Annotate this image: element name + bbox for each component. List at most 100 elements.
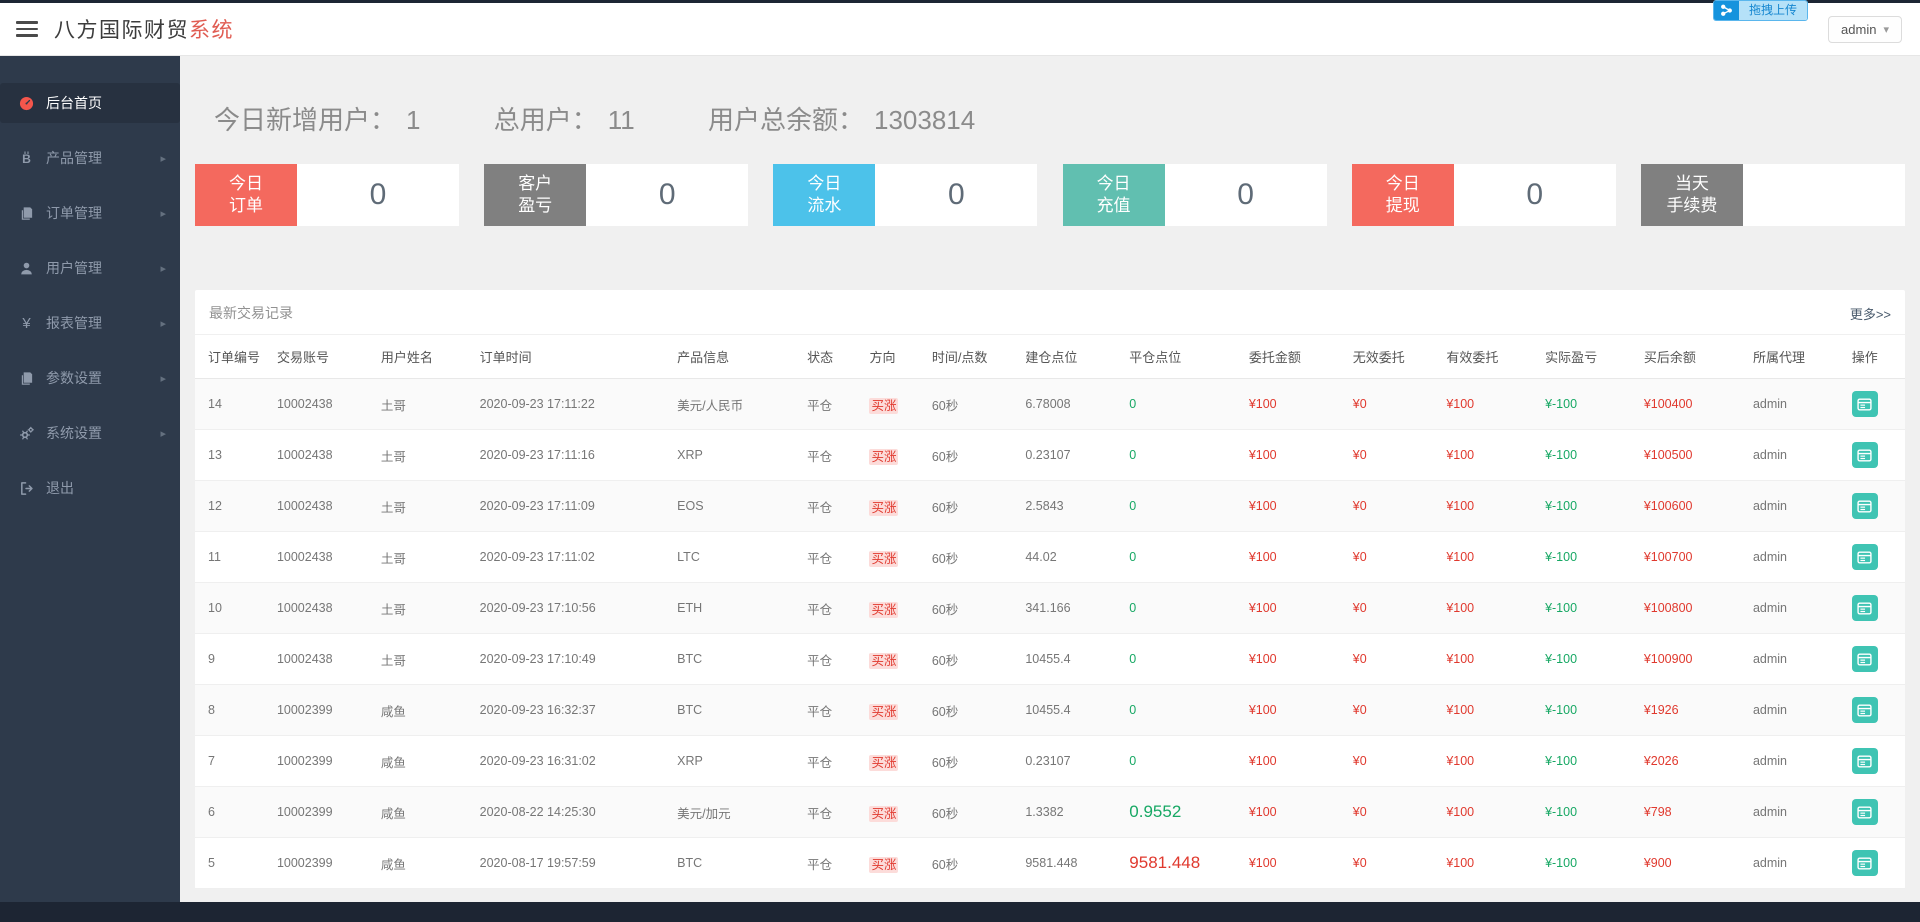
- cell-direction: 买涨: [865, 583, 927, 634]
- stat-new-users: 今日新增用户：1: [214, 105, 420, 135]
- column-header: 有效委托: [1442, 335, 1541, 379]
- direction-badge: 买涨: [869, 500, 898, 516]
- main-content: 今日新增用户：1 总用户：11 用户总余额：1303814 今日订单 0 客户盈…: [180, 56, 1920, 902]
- cell-amount: ¥100: [1245, 430, 1349, 481]
- view-order-button[interactable]: [1852, 391, 1878, 417]
- cell-id: 11: [195, 532, 273, 583]
- cell-balance: ¥100900: [1640, 634, 1749, 685]
- user-dropdown[interactable]: admin ▾: [1828, 16, 1902, 43]
- cell-account: 10002399: [273, 736, 377, 787]
- chevron-right-icon: ▸: [160, 152, 166, 165]
- sidebar-item-system[interactable]: 系统设置 ▸: [0, 413, 180, 453]
- cell-account: 10002399: [273, 838, 377, 889]
- view-order-button[interactable]: [1852, 748, 1878, 774]
- stat-card-customer-pnl: 客户盈亏 0: [484, 164, 748, 226]
- direction-badge: 买涨: [869, 398, 898, 414]
- cell-close: 0: [1125, 685, 1245, 736]
- trades-table: 订单编号交易账号用户姓名订单时间产品信息状态方向时间/点数建仓点位平仓点位委托金…: [195, 334, 1905, 889]
- more-link[interactable]: 更多>>: [1850, 304, 1891, 323]
- cell-invalid: ¥0: [1349, 685, 1443, 736]
- cell-agent: admin: [1749, 634, 1848, 685]
- view-order-button[interactable]: [1852, 595, 1878, 621]
- cell-time: 2020-09-23 17:10:56: [476, 583, 674, 634]
- menu-toggle-icon[interactable]: [16, 21, 38, 37]
- stat-card-today-withdraw: 今日提现 0: [1352, 164, 1616, 226]
- cell-status: 平仓: [803, 634, 865, 685]
- view-order-button[interactable]: [1852, 697, 1878, 723]
- cell-agent: admin: [1749, 481, 1848, 532]
- column-header: 平仓点位: [1125, 335, 1245, 379]
- column-header: 产品信息: [673, 335, 803, 379]
- sidebar-item-reports[interactable]: ¥ 报表管理 ▸: [0, 303, 180, 343]
- upload-badge-label: 拖拽上传: [1739, 1, 1807, 20]
- cell-invalid: ¥0: [1349, 634, 1443, 685]
- cell-time: 2020-08-17 19:57:59: [476, 838, 674, 889]
- cell-balance: ¥100800: [1640, 583, 1749, 634]
- stat-card-value: 0: [875, 164, 1037, 226]
- sidebar-item-products[interactable]: B 产品管理 ▸: [0, 138, 180, 178]
- sidebar-item-users[interactable]: 用户管理 ▸: [0, 248, 180, 288]
- stat-card-value: [1743, 164, 1905, 226]
- sidebar-item-logout[interactable]: 退出 ▸: [0, 468, 180, 508]
- sidebar-item-params[interactable]: 参数设置 ▸: [0, 358, 180, 398]
- column-header: 实际盈亏: [1541, 335, 1640, 379]
- cell-close: 0: [1125, 634, 1245, 685]
- cell-amount: ¥100: [1245, 736, 1349, 787]
- cell-agent: admin: [1749, 787, 1848, 838]
- column-header: 方向: [865, 335, 927, 379]
- view-order-button[interactable]: [1852, 493, 1878, 519]
- sidebar-item-label: 产品管理: [46, 148, 160, 168]
- column-header: 用户姓名: [377, 335, 476, 379]
- cell-direction: 买涨: [865, 838, 927, 889]
- cell-account: 10002438: [273, 481, 377, 532]
- column-header: 时间/点数: [928, 335, 1022, 379]
- view-order-button[interactable]: [1852, 544, 1878, 570]
- cell-invalid: ¥0: [1349, 430, 1443, 481]
- cell-close: 0: [1125, 736, 1245, 787]
- direction-badge: 买涨: [869, 704, 898, 720]
- column-header: 所属代理: [1749, 335, 1848, 379]
- cell-valid: ¥100: [1442, 685, 1541, 736]
- cell-invalid: ¥0: [1349, 532, 1443, 583]
- table-row: 1410002438土哥2020-09-23 17:11:22美元/人民币平仓买…: [195, 379, 1905, 430]
- column-header: 买后余额: [1640, 335, 1749, 379]
- column-header: 无效委托: [1349, 335, 1443, 379]
- user-icon: [18, 260, 35, 277]
- cell-amount: ¥100: [1245, 787, 1349, 838]
- stat-card-label: 今日流水: [773, 164, 875, 226]
- cell-close: 0: [1125, 583, 1245, 634]
- bitcoin-icon: B: [18, 150, 35, 167]
- view-order-button[interactable]: [1852, 850, 1878, 876]
- cell-name: 咸鱼: [377, 787, 476, 838]
- view-order-button[interactable]: [1852, 799, 1878, 825]
- stat-card-label: 客户盈亏: [484, 164, 586, 226]
- cell-open: 0.23107: [1021, 736, 1125, 787]
- cell-amount: ¥100: [1245, 532, 1349, 583]
- drag-upload-widget[interactable]: 拖拽上传: [1713, 0, 1808, 21]
- cell-duration: 60秒: [928, 379, 1022, 430]
- direction-badge: 买涨: [869, 755, 898, 771]
- cell-balance: ¥2026: [1640, 736, 1749, 787]
- stat-card-label: 今日充值: [1063, 164, 1165, 226]
- view-order-button[interactable]: [1852, 646, 1878, 672]
- cell-op: [1848, 736, 1905, 787]
- cell-duration: 60秒: [928, 532, 1022, 583]
- cell-valid: ¥100: [1442, 838, 1541, 889]
- cell-account: 10002399: [273, 787, 377, 838]
- cell-agent: admin: [1749, 685, 1848, 736]
- table-row: 1110002438土哥2020-09-23 17:11:02LTC平仓买涨60…: [195, 532, 1905, 583]
- cell-amount: ¥100: [1245, 481, 1349, 532]
- cell-balance: ¥900: [1640, 838, 1749, 889]
- cell-account: 10002399: [273, 685, 377, 736]
- table-row: 510002399咸鱼2020-08-17 19:57:59BTC平仓买涨60秒…: [195, 838, 1905, 889]
- sidebar-item-orders[interactable]: 订单管理 ▸: [0, 193, 180, 233]
- svg-text:B: B: [22, 152, 31, 166]
- view-order-button[interactable]: [1852, 442, 1878, 468]
- cell-id: 14: [195, 379, 273, 430]
- stat-cards-row: 今日订单 0 客户盈亏 0 今日流水 0 今日充值 0 今日提现 0 当天手续费: [195, 164, 1905, 226]
- sidebar-item-home[interactable]: 后台首页 ▸: [0, 83, 180, 123]
- cell-amount: ¥100: [1245, 838, 1349, 889]
- cell-open: 10455.4: [1021, 634, 1125, 685]
- cell-product: XRP: [673, 430, 803, 481]
- sidebar-item-label: 订单管理: [46, 203, 160, 223]
